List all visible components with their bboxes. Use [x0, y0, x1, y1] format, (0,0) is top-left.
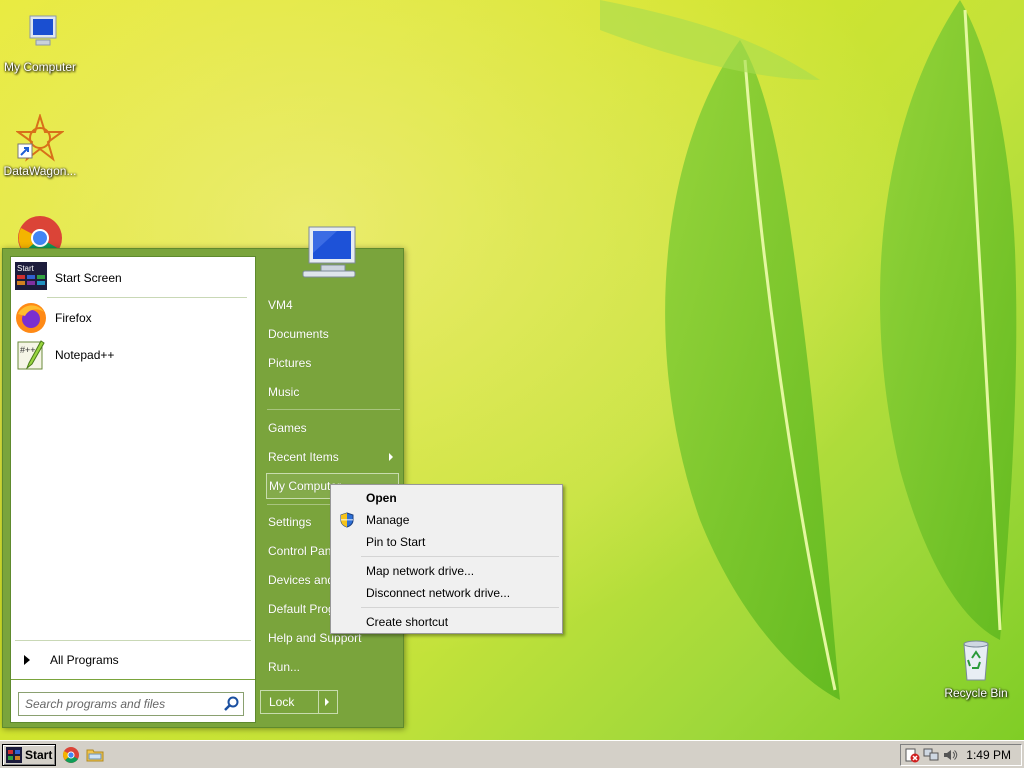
user-picture-computer-icon [302, 226, 356, 278]
taskbar: Start 1:49 PM [0, 740, 1024, 768]
desktop-icon-datawagon[interactable]: DataWagon... [0, 112, 80, 178]
places-pictures[interactable]: Pictures [266, 351, 399, 375]
start-screen-icon: Start [15, 262, 47, 294]
ctx-create-shortcut[interactable]: Create shortcut [333, 611, 560, 633]
chrome-icon[interactable] [62, 746, 80, 764]
network-icon[interactable] [923, 747, 939, 763]
ctx-disconnect-network-drive[interactable]: Disconnect network drive... [333, 582, 560, 604]
svg-text:#++: #++ [20, 345, 36, 355]
ctx-manage[interactable]: Manage [333, 509, 560, 531]
context-menu: Open Manage Pin to Start Map network dri… [330, 484, 563, 634]
divider [15, 640, 251, 641]
divider [361, 607, 559, 608]
notepadpp-icon: #++ [15, 339, 47, 371]
ctx-map-network-drive[interactable]: Map network drive... [333, 560, 560, 582]
desktop-icon-my-computer[interactable]: My Computer [0, 10, 80, 74]
chevron-right-icon [389, 453, 393, 461]
places-user-folder[interactable]: VM4 [266, 293, 399, 317]
places-music[interactable]: Music [266, 380, 399, 404]
divider [11, 679, 255, 680]
search-icon[interactable] [221, 693, 243, 715]
recent-items-label: Recent Items [268, 450, 339, 464]
shutdown-options-arrow[interactable] [319, 691, 337, 713]
lock-button[interactable]: Lock [260, 690, 338, 714]
all-programs-button[interactable]: All Programs [19, 650, 249, 670]
divider [47, 297, 247, 298]
lock-label: Lock [261, 691, 319, 713]
places-documents[interactable]: Documents [266, 322, 399, 346]
program-label: Notepad++ [55, 348, 115, 362]
divider [267, 409, 400, 410]
places-recent-items[interactable]: Recent Items [266, 445, 399, 469]
places-games[interactable]: Games [266, 416, 399, 440]
start-label: Start [25, 747, 53, 762]
divider [361, 556, 559, 557]
program-label: Firefox [55, 311, 92, 325]
system-tray: 1:49 PM [900, 744, 1022, 766]
places-run[interactable]: Run... [266, 655, 399, 679]
uac-shield-icon [340, 512, 354, 528]
search-input[interactable] [19, 697, 221, 711]
svg-text:Start: Start [17, 264, 35, 273]
computer-icon [16, 10, 64, 58]
all-programs-label: All Programs [50, 653, 119, 667]
security-alert-icon[interactable] [904, 747, 920, 763]
firefox-icon [15, 302, 47, 334]
start-logo-icon [6, 746, 22, 763]
recycle-bin-icon [952, 636, 1000, 684]
ctx-manage-label: Manage [366, 513, 410, 527]
datawagon-icon [14, 112, 66, 162]
search-programs-box[interactable] [18, 692, 244, 716]
ctx-open[interactable]: Open [333, 487, 560, 509]
program-notepadpp[interactable]: #++ Notepad++ [15, 338, 251, 372]
program-label: Start Screen [55, 271, 122, 285]
triangle-right-icon [24, 655, 30, 665]
start-menu-programs-pane: Start Start Screen Firefox #++ Notepad++… [10, 256, 256, 723]
volume-icon[interactable] [942, 747, 958, 763]
program-start-screen[interactable]: Start Start Screen [15, 261, 251, 295]
desktop-icon-recycle-bin[interactable]: Recycle Bin [936, 636, 1016, 700]
ctx-pin-to-start[interactable]: Pin to Start [333, 531, 560, 553]
program-firefox[interactable]: Firefox [15, 301, 251, 335]
file-explorer-icon[interactable] [86, 746, 104, 764]
clock[interactable]: 1:49 PM [966, 748, 1011, 762]
start-button[interactable]: Start [2, 743, 56, 766]
